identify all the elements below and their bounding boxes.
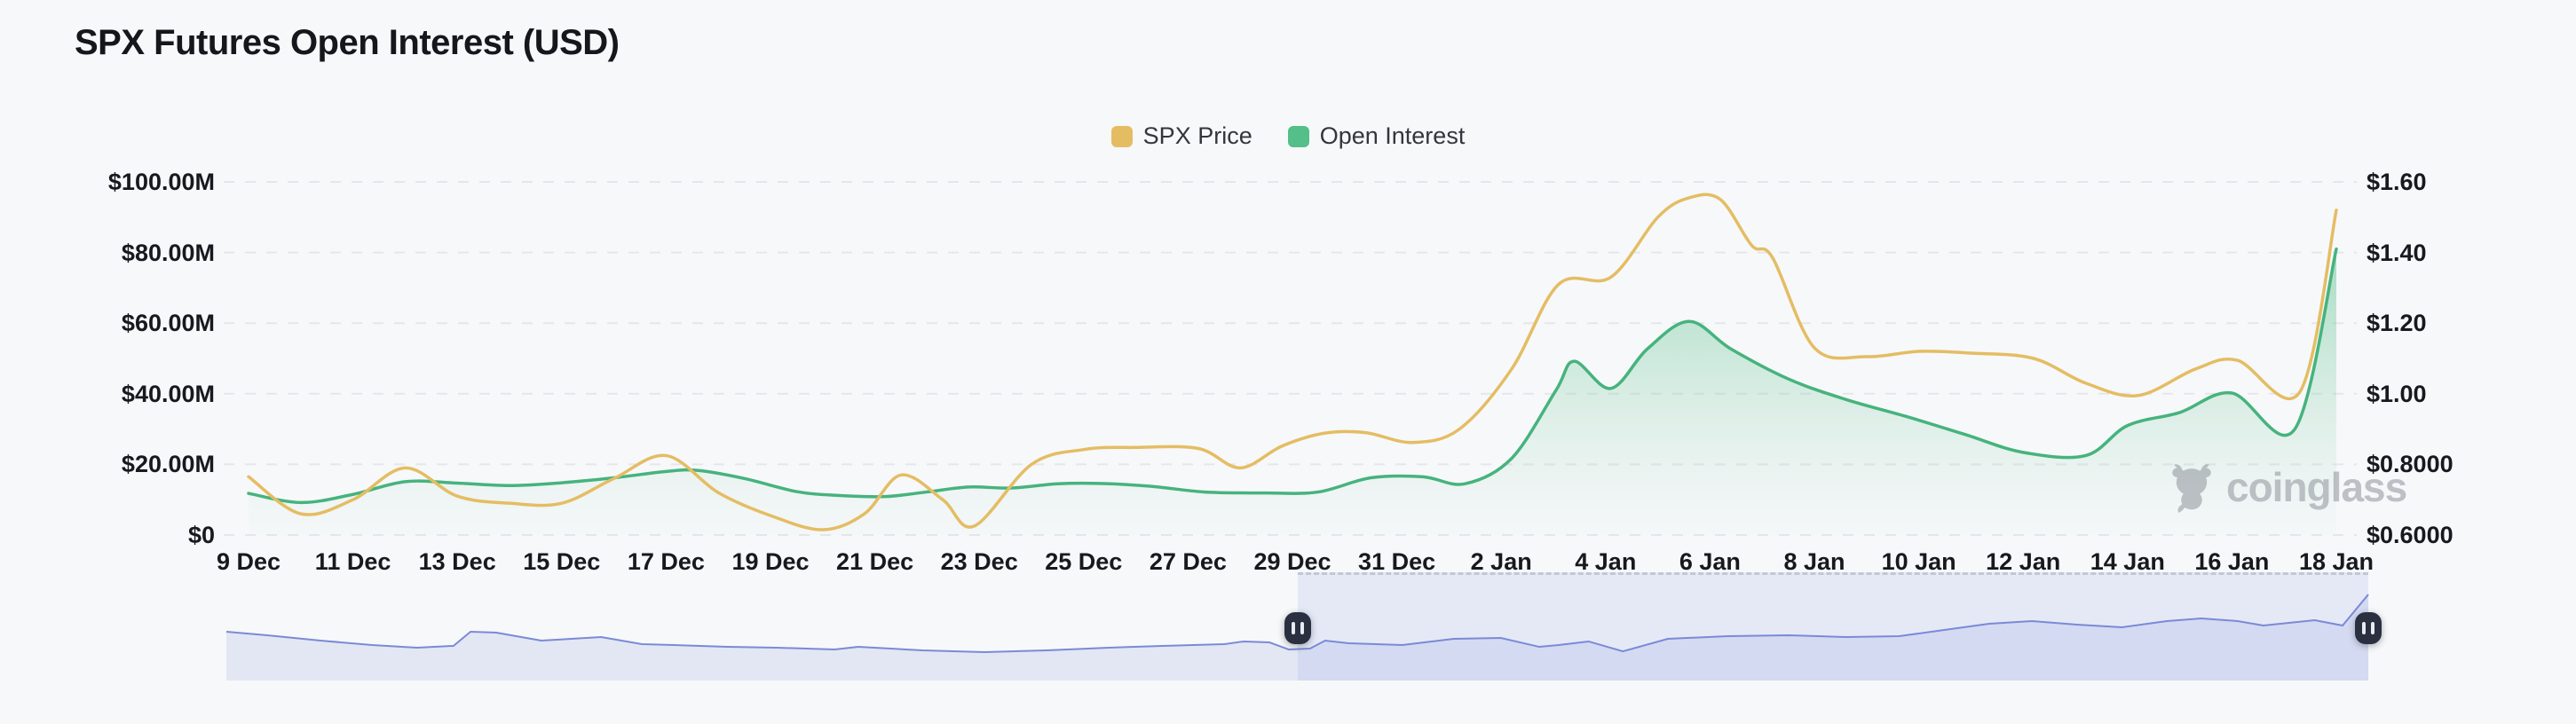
y-axis-left-label: $80.00M [121, 239, 215, 266]
x-axis-label: 18 Jan [2298, 548, 2375, 575]
pause-bar-icon [2362, 621, 2366, 634]
navigator-left-handle[interactable] [1284, 611, 1311, 644]
open-interest-area-series [247, 247, 2338, 535]
chart-panel: SPX Futures Open Interest (USD) SPX Pric… [0, 0, 2576, 724]
y-axis-right-label: $1.40 [2367, 239, 2427, 266]
pause-bar-icon [1291, 621, 1295, 634]
navigator-selection-window[interactable] [1297, 572, 2368, 681]
y-axis-right-label: $1.60 [2367, 169, 2427, 195]
y-axis-right-label: $1.20 [2367, 310, 2427, 337]
pause-bar-icon [1300, 621, 1304, 634]
y-axis-left-label: $20.00M [121, 451, 215, 478]
navigator-right-handle[interactable] [2355, 611, 2382, 644]
y-axis-left-label: $100.00M [107, 169, 215, 195]
y-axis-left-label: $0 [187, 522, 215, 548]
y-axis-left-label: $60.00M [121, 310, 215, 337]
y-axis-right-label: $0.6000 [2367, 522, 2454, 548]
y-axis-right-label: $0.8000 [2367, 451, 2454, 478]
y-axis-right-label: $1.00 [2367, 380, 2427, 407]
pause-bar-icon [2371, 621, 2375, 634]
y-axis-left-label: $40.00M [121, 380, 215, 407]
